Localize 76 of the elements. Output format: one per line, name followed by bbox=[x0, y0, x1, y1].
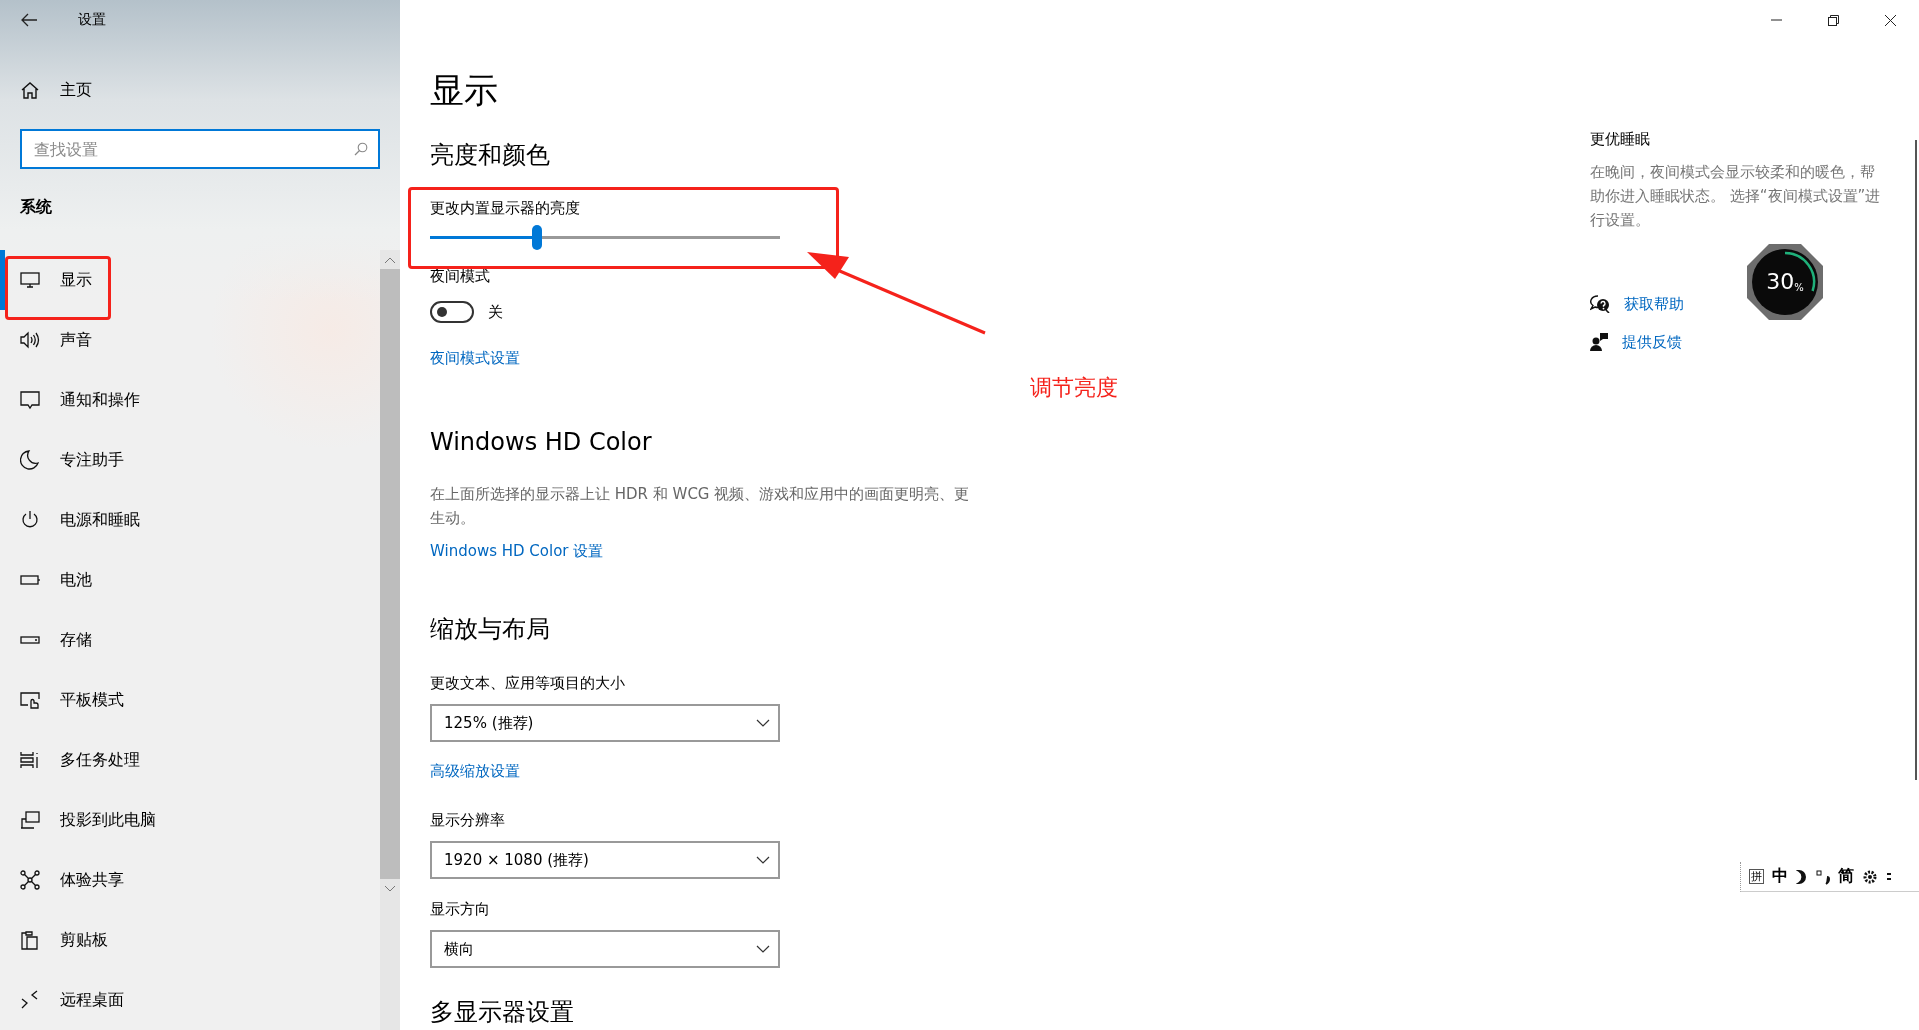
dropdown[interactable]: 1920 × 1080 (推荐) bbox=[430, 841, 780, 879]
scroll-down-icon[interactable] bbox=[384, 885, 396, 893]
close-icon bbox=[1885, 14, 1896, 26]
gear-icon[interactable] bbox=[1862, 868, 1878, 885]
power-icon bbox=[20, 510, 40, 530]
chevron-down-icon bbox=[756, 719, 770, 727]
help-link[interactable]: 获取帮助 bbox=[1624, 293, 1684, 315]
restore-icon bbox=[1828, 14, 1839, 26]
section-heading: 亮度和颜色 bbox=[430, 140, 550, 171]
nav-item[interactable]: 体验共享 bbox=[0, 850, 380, 910]
slider-label: 更改内置显示器的亮度 bbox=[430, 198, 580, 219]
tablet-icon bbox=[20, 690, 40, 710]
scrollbar-thumb[interactable] bbox=[380, 269, 400, 879]
toggle-label: 夜间模式 bbox=[430, 266, 490, 287]
section-heading: 系统 bbox=[20, 196, 52, 218]
page-title: 显示 bbox=[430, 69, 498, 112]
feedback-person-icon bbox=[1590, 333, 1608, 351]
nav-item[interactable]: 专注助手 bbox=[0, 430, 380, 490]
nav-item[interactable]: 电池 bbox=[0, 550, 380, 610]
back-arrow-icon[interactable] bbox=[21, 12, 37, 27]
section-heading: Windows HD Color bbox=[430, 427, 652, 458]
help-chat-icon bbox=[1590, 295, 1610, 313]
nav-item[interactable]: 电源和睡眠 bbox=[0, 490, 380, 550]
description-text: 在上面所选择的显示器上让 HDR 和 WCG 视频、游戏和应用中的画面更明亮、更生动。 bbox=[430, 484, 971, 529]
aside-text: 在晚间，夜间模式会显示较柔和的暖色，帮助你进入睡眠状态。 选择“夜间模式设置”进行设置。 bbox=[1590, 162, 1882, 231]
chat-icon bbox=[20, 390, 40, 410]
monitor-icon bbox=[20, 270, 40, 290]
section-heading: 多显示器设置 bbox=[430, 998, 574, 1026]
scrollbar[interactable] bbox=[380, 250, 400, 1030]
speaker-icon bbox=[20, 330, 40, 350]
dropdown[interactable]: 横向 bbox=[430, 930, 780, 968]
home-icon bbox=[21, 81, 39, 99]
moon-icon bbox=[20, 450, 40, 470]
annotation-label: 调节亮度 bbox=[1030, 374, 1118, 402]
toggle-state: 关 bbox=[488, 302, 503, 323]
field-label: 更改文本、应用等项目的大小 bbox=[430, 673, 625, 694]
settings-link[interactable]: 夜间模式设置 bbox=[430, 347, 520, 369]
help-link[interactable]: 提供反馈 bbox=[1622, 331, 1682, 353]
settings-link[interactable]: Windows HD Color 设置 bbox=[430, 540, 604, 562]
window-title: 设置 bbox=[78, 10, 106, 29]
nav-item[interactable]: 通知和操作 bbox=[0, 370, 380, 430]
moon-icon[interactable] bbox=[1796, 868, 1808, 885]
section-heading: 缩放与布局 bbox=[430, 614, 550, 645]
aside-title: 更优睡眠 bbox=[1590, 129, 1650, 150]
project-icon bbox=[20, 810, 40, 830]
brightness-slider[interactable] bbox=[430, 225, 780, 250]
chevron-down-icon bbox=[756, 945, 770, 953]
meter-value: 30 bbox=[1766, 269, 1795, 295]
search-icon bbox=[354, 142, 368, 156]
share-icon bbox=[20, 870, 40, 890]
nav-item[interactable]: 多任务处理 bbox=[0, 730, 380, 790]
slider-thumb[interactable] bbox=[532, 225, 543, 250]
meter-unit: % bbox=[1794, 281, 1804, 293]
nav-item[interactable]: 存储 bbox=[0, 610, 380, 670]
field-label: 显示方向 bbox=[430, 899, 490, 920]
home-link[interactable]: 主页 bbox=[0, 70, 92, 110]
punctuation-icon[interactable] bbox=[1816, 868, 1830, 885]
remote-icon bbox=[20, 990, 40, 1010]
toggle-switch[interactable] bbox=[430, 301, 474, 323]
clipboard-icon bbox=[20, 930, 40, 950]
dropdown[interactable]: 125% (推荐) bbox=[430, 704, 780, 742]
nav-item[interactable]: 剪贴板 bbox=[0, 910, 380, 970]
chevron-down-icon bbox=[756, 856, 770, 864]
nav-item[interactable]: 远程桌面 bbox=[0, 970, 380, 1030]
nav-item[interactable]: 平板模式 bbox=[0, 670, 380, 730]
ime-language[interactable]: 中 bbox=[1772, 866, 1788, 887]
nav-item[interactable]: 投影到此电脑 bbox=[0, 790, 380, 850]
field-label: 显示分辨率 bbox=[430, 810, 505, 831]
settings-link[interactable]: 高级缩放设置 bbox=[430, 760, 520, 782]
scroll-up-icon[interactable] bbox=[384, 256, 396, 264]
nav-item[interactable]: 声音 bbox=[0, 310, 380, 370]
search-field[interactable]: 查找设置 bbox=[20, 129, 380, 169]
minimize-icon bbox=[1771, 19, 1782, 21]
ime-mode[interactable]: 拼 bbox=[1749, 869, 1764, 884]
multitask-icon bbox=[20, 750, 40, 770]
ime-script[interactable]: 简 bbox=[1838, 866, 1854, 887]
